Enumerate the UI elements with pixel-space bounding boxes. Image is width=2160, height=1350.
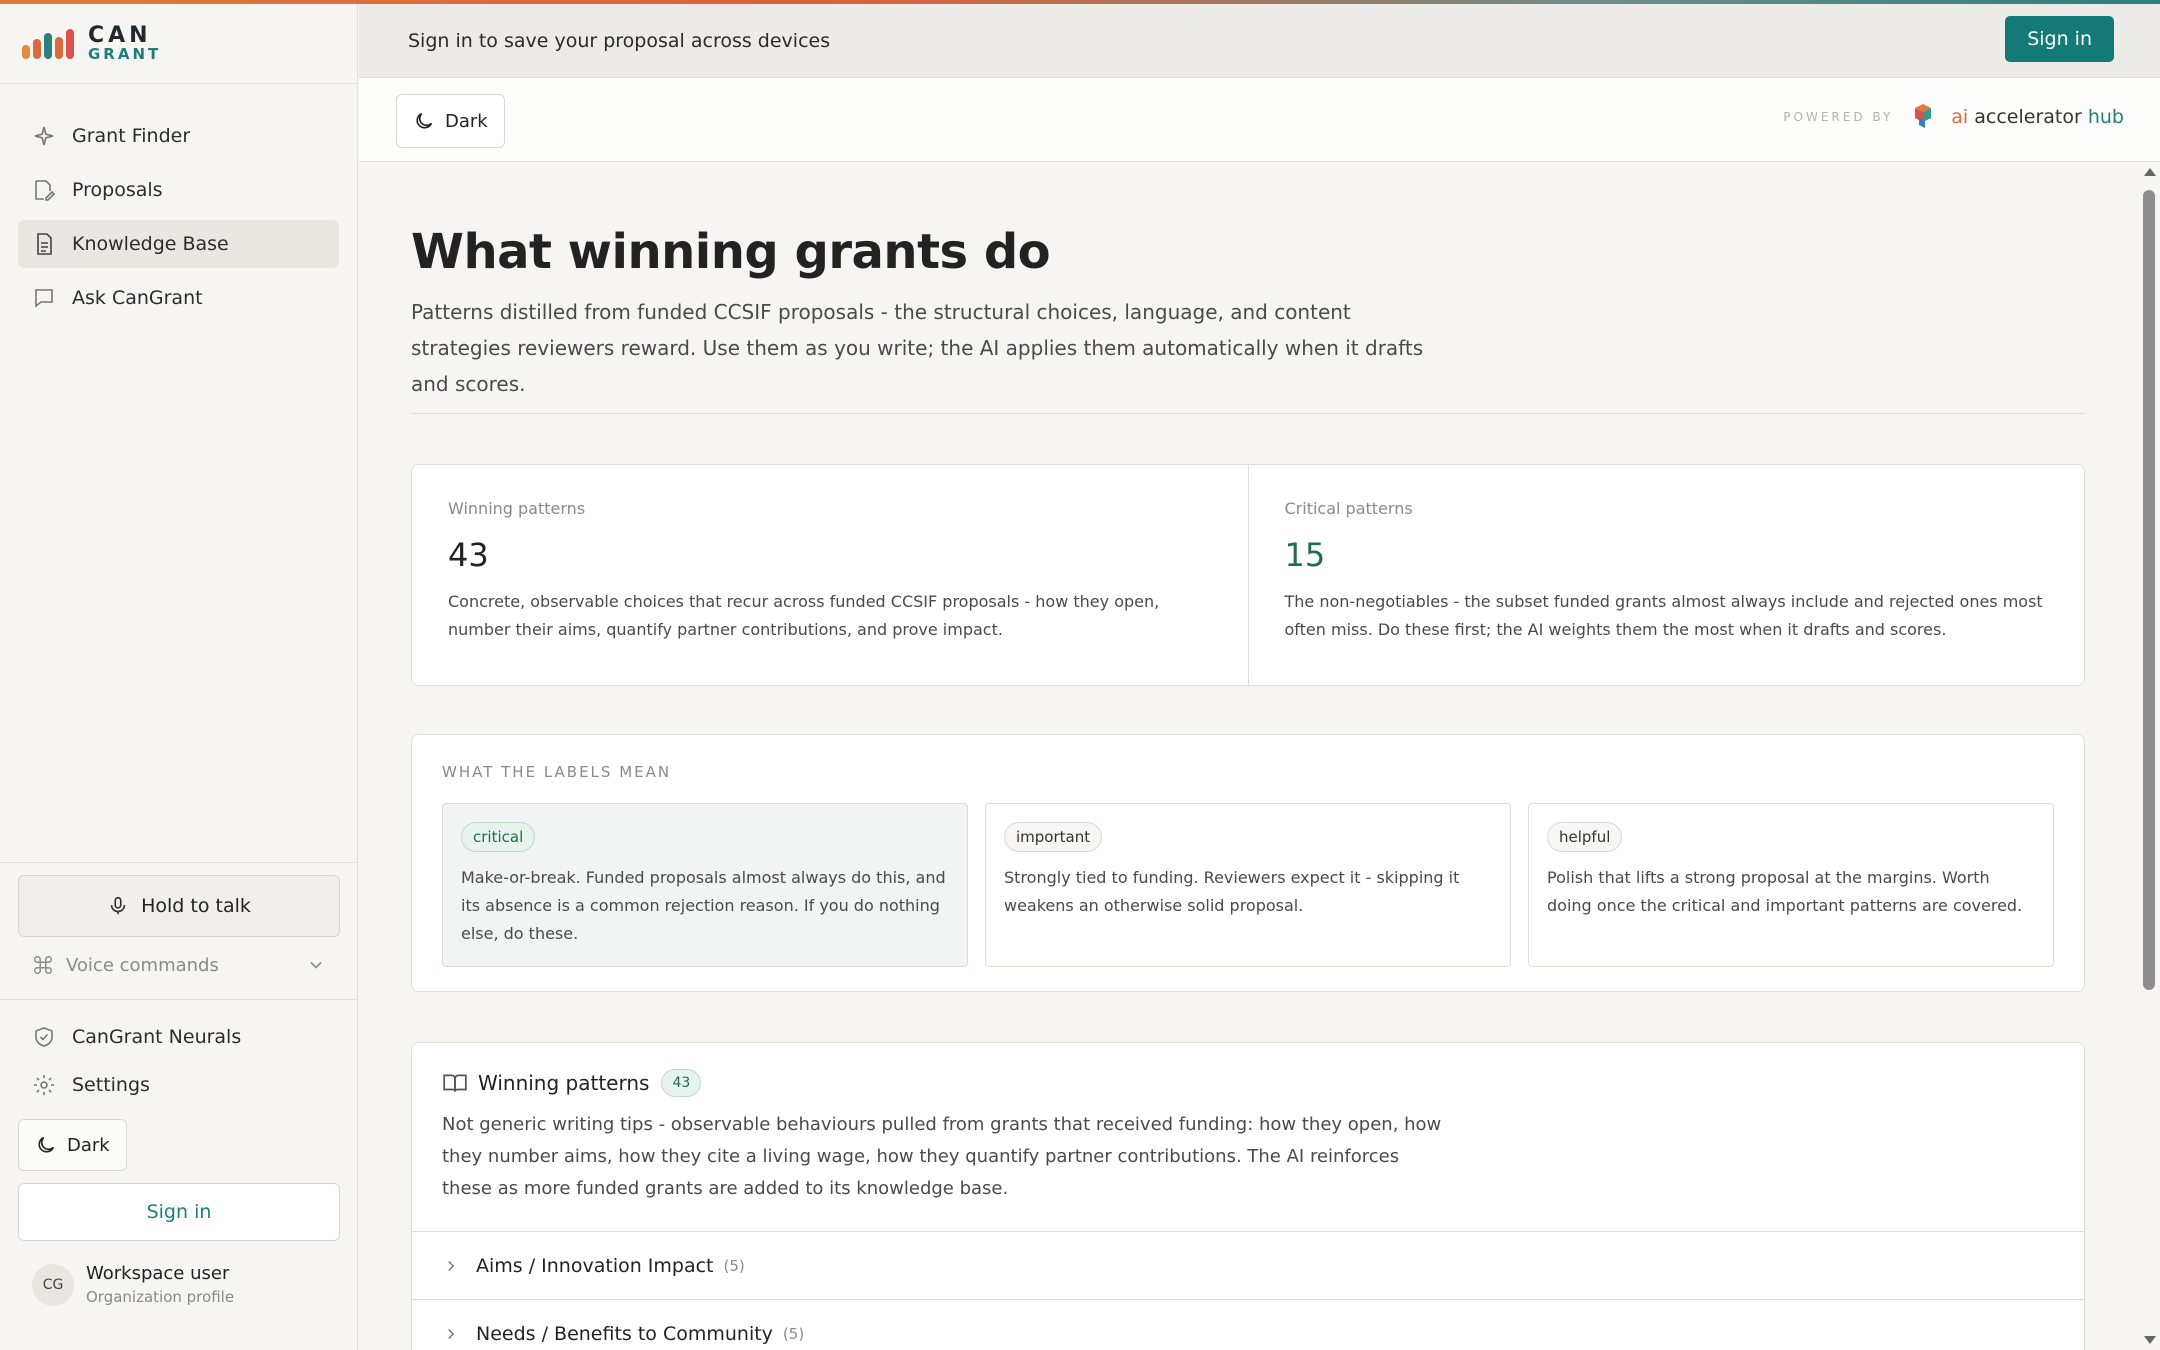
sidebar: CAN GRANT Grant Finder Proposals Knowled… [0, 4, 358, 1350]
powered-by: POWERED BY ai accelerator hub [1783, 104, 2124, 130]
hub-ai: ai [1951, 106, 1969, 128]
powered-by-label: POWERED BY [1783, 110, 1894, 124]
sidebar-item-label: CanGrant Neurals [72, 1026, 242, 1048]
label-card-critical: critical Make-or-break. Funded proposals… [442, 803, 968, 967]
toolbar: Dark POWERED BY ai accelerator hub [359, 78, 2160, 162]
label-description: Make-or-break. Funded proposals almost a… [461, 868, 946, 943]
winning-patterns-description: Not generic writing tips - observable be… [442, 1114, 1442, 1199]
sidebar-item-label: Settings [72, 1074, 150, 1096]
main-content: What winning grants do Patterns distille… [359, 162, 2138, 1350]
sparkle-icon [34, 126, 54, 146]
sidebar-item-label: Ask CanGrant [72, 287, 203, 309]
microphone-icon [110, 896, 126, 915]
brand-logo[interactable]: CAN GRANT [0, 4, 357, 84]
winning-patterns-card: Winning patterns 43 Not generic writing … [411, 1042, 2085, 1350]
accordion-needs-benefits[interactable]: Needs / Benefits to Community (5) [412, 1299, 2084, 1350]
command-icon [34, 956, 52, 974]
stat-label: Critical patterns [1284, 499, 1413, 518]
brand-can: CAN [88, 23, 152, 49]
hub-hub: hub [2087, 106, 2124, 128]
tag-important: important [1004, 822, 1103, 852]
hub-logo-icon [1909, 104, 1937, 130]
shield-check-icon [35, 1027, 53, 1047]
document-icon [37, 233, 52, 255]
label-card-helpful: helpful Polish that lifts a strong propo… [1528, 803, 2054, 967]
sidebar-item-label: Grant Finder [72, 125, 191, 147]
chevron-right-icon [448, 1260, 455, 1271]
label-description: Strongly tied to funding. Reviewers expe… [1004, 868, 1460, 915]
stat-description: The non-negotiables - the subset funded … [1284, 592, 2043, 639]
logo-bars-icon [22, 27, 80, 61]
moon-icon [38, 1136, 55, 1153]
sidebar-item-label: Knowledge Base [72, 233, 229, 255]
hub-accelerator: accelerator [1974, 106, 2082, 128]
divider [0, 999, 358, 1000]
voice-commands-toggle[interactable]: Voice commands [18, 937, 340, 993]
stat-winning-patterns: Winning patterns 43 Concrete, observable… [412, 465, 1248, 685]
sidebar-sign-in-button[interactable]: Sign in [18, 1183, 340, 1241]
voice-commands-label: Voice commands [66, 954, 219, 976]
accordion-count: (5) [723, 1256, 745, 1275]
dark-mode-button[interactable]: Dark [396, 94, 505, 148]
gear-icon [34, 1075, 54, 1095]
stats-card: Winning patterns 43 Concrete, observable… [411, 464, 2085, 686]
hold-to-talk-label: Hold to talk [141, 895, 251, 917]
stat-label: Winning patterns [448, 499, 586, 518]
scroll-up-arrow-icon[interactable] [2144, 168, 2156, 176]
dark-mode-button-sidebar[interactable]: Dark [18, 1119, 127, 1171]
stat-description: Concrete, observable choices that recur … [448, 592, 1160, 639]
open-book-icon [443, 1074, 467, 1092]
user-name: Workspace user [86, 1263, 230, 1284]
labels-heading: WHAT THE LABELS MEAN [442, 763, 672, 781]
sign-in-banner: Sign in to save your proposal across dev… [359, 4, 2160, 78]
page-lede: Patterns distilled from funded CCSIF pro… [411, 300, 1424, 396]
page-title: What winning grants do [411, 224, 1051, 280]
accordion-aims-innovation[interactable]: Aims / Innovation Impact (5) [412, 1231, 2084, 1299]
banner-sign-in-button[interactable]: Sign in [2005, 16, 2114, 62]
moon-icon [416, 112, 433, 129]
dark-mode-label: Dark [67, 1134, 110, 1156]
hub-brand-text[interactable]: ai accelerator hub [1951, 106, 2124, 128]
winning-patterns-header: Winning patterns 43 [442, 1069, 702, 1097]
hold-to-talk-button[interactable]: Hold to talk [18, 875, 340, 937]
sidebar-item-knowledge-base[interactable]: Knowledge Base [18, 220, 339, 268]
user-subtitle: Organization profile [86, 1288, 235, 1306]
divider [411, 413, 2085, 414]
stat-critical-patterns: Critical patterns 15 The non-negotiables… [1247, 465, 2085, 685]
sidebar-item-label: Proposals [72, 179, 163, 201]
chevron-down-icon [310, 961, 322, 969]
sidebar-item-ask-cangrant[interactable]: Ask CanGrant [18, 274, 339, 322]
accordion-count: (5) [782, 1324, 805, 1343]
winning-patterns-count: 43 [661, 1069, 702, 1097]
tag-helpful: helpful [1547, 822, 1623, 852]
scroll-down-arrow-icon[interactable] [2144, 1336, 2156, 1344]
label-card-important: important Strongly tied to funding. Revi… [985, 803, 1511, 967]
sidebar-bottom: Hold to talk Voice commands CanGrant Neu… [0, 862, 358, 1306]
accordion-label: Aims / Innovation Impact [476, 1254, 714, 1277]
stat-value: 15 [1284, 536, 1326, 574]
user-profile[interactable]: CG Workspace user Organization profile [18, 1263, 340, 1306]
sidebar-item-proposals[interactable]: Proposals [18, 166, 339, 214]
scrollbar[interactable] [2138, 162, 2160, 1350]
sidebar-item-grant-finder[interactable]: Grant Finder [18, 112, 339, 160]
stat-value: 43 [448, 536, 489, 574]
sidebar-nav: Grant Finder Proposals Knowledge Base As… [0, 84, 357, 322]
chevron-right-icon [448, 1328, 455, 1339]
labels-legend-card: WHAT THE LABELS MEAN critical Make-or-br… [411, 734, 2085, 992]
chat-icon [35, 289, 53, 308]
avatar: CG [32, 1263, 74, 1306]
brand-grant: GRANT [88, 45, 162, 64]
sidebar-item-settings[interactable]: Settings [18, 1061, 340, 1109]
banner-text: Sign in to save your proposal across dev… [408, 29, 831, 52]
accordion-label: Needs / Benefits to Community [476, 1322, 773, 1345]
edit-icon [35, 180, 56, 201]
sidebar-item-neurals[interactable]: CanGrant Neurals [18, 1013, 340, 1061]
tag-critical: critical [461, 822, 536, 852]
label-description: Polish that lifts a strong proposal at t… [1547, 868, 2023, 915]
winning-patterns-title: Winning patterns [478, 1071, 650, 1095]
scrollbar-thumb[interactable] [2143, 190, 2155, 990]
dark-mode-label: Dark [445, 110, 488, 132]
